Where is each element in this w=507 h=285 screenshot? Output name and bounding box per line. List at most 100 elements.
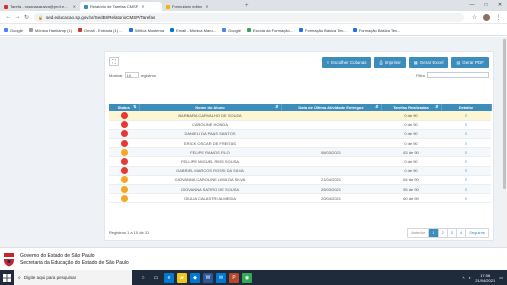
reload-icon[interactable]: ↻ bbox=[22, 14, 31, 21]
status-cell bbox=[109, 147, 139, 158]
excel-button[interactable]: ▦ Gerar Excel bbox=[408, 57, 449, 68]
table-row[interactable]: GIOVANNA SATIRO DE SOUSA 25/03/2021 55 de … bbox=[109, 184, 491, 195]
button-label: Gerar PDF bbox=[462, 60, 484, 65]
page-button[interactable]: 3 bbox=[447, 229, 457, 237]
page-button[interactable]: 1 bbox=[429, 229, 439, 237]
bookmark-item[interactable]: Google bbox=[222, 28, 241, 33]
bookmark-item[interactable]: Email - Mônica Maru... bbox=[170, 28, 216, 33]
previous-button[interactable]: Anterior bbox=[408, 229, 430, 237]
column-header[interactable]: Status ⇅ bbox=[109, 104, 140, 111]
sort-icon[interactable]: ⇵ bbox=[275, 104, 278, 109]
notification-icon[interactable]: ▭ bbox=[499, 275, 503, 280]
magnifier-icon[interactable]: ⌕ bbox=[465, 177, 468, 182]
bookmark-item[interactable]: Formação Básica Tec... bbox=[299, 28, 347, 33]
student-name: ERICK OSCAR DE FREITAS bbox=[139, 138, 281, 149]
magnifier-icon[interactable]: ⌕ bbox=[465, 159, 468, 164]
bookmark-favicon-icon bbox=[28, 28, 33, 32]
cortana-icon[interactable]: ○ bbox=[138, 273, 148, 283]
table-row[interactable]: GIULIA CALASTRI ALMEIDA 20/04/2021 60 de 9… bbox=[109, 193, 491, 204]
magnifier-icon[interactable]: ⌕ bbox=[465, 187, 468, 192]
forward-icon[interactable]: → bbox=[13, 14, 22, 20]
table-row[interactable]: FELIPE RAMOS FILO 08/03/2021 63 de 90 ⌕ bbox=[109, 147, 491, 158]
tab-favicon-icon bbox=[166, 4, 170, 9]
next-button[interactable]: Seguinte bbox=[466, 229, 488, 237]
close-icon[interactable]: ✕ bbox=[141, 4, 144, 9]
chevron-up-icon[interactable]: ˄ bbox=[462, 275, 464, 280]
table-row[interactable]: GABRIEL MARCOS ROSSI DA SILVA 0 de 90 ⌕ bbox=[109, 166, 491, 176]
sort-icon[interactable]: ⇵ bbox=[375, 104, 378, 109]
minimize-icon[interactable]: — bbox=[465, 0, 479, 11]
word-icon[interactable]: W bbox=[203, 272, 213, 283]
column-header[interactable]: Tarefas Realizadas ⇵ bbox=[381, 104, 442, 111]
magnifier-icon[interactable]: ⌕ bbox=[465, 131, 468, 136]
bookmark-item[interactable]: Gmail - Entrada (1) ... bbox=[78, 28, 123, 33]
browser-tab[interactable]: Formulário editor ✕ bbox=[162, 2, 242, 11]
column-header-label: Tarefas Realizadas bbox=[393, 105, 429, 110]
magnifier-icon[interactable]: ⌕ bbox=[465, 113, 468, 118]
bookmark-item[interactable]: Formação Básica Tec... bbox=[352, 28, 401, 33]
magnifier-icon[interactable]: ⌕ bbox=[465, 196, 468, 201]
new-tab-icon[interactable]: + bbox=[245, 2, 249, 11]
taskbar-search[interactable]: ⌕ Digite aqui para pesquisar bbox=[14, 270, 132, 285]
menu-icon[interactable]: ⋮ bbox=[494, 14, 503, 21]
bookmark-item[interactable]: Google bbox=[4, 28, 23, 33]
table-row[interactable]: DANIELI DA PAAS SANTOS 0 de 90 ⌕ bbox=[109, 129, 491, 140]
column-header[interactable]: Detalhe bbox=[441, 104, 492, 111]
detail-cell: ⌕ bbox=[441, 156, 491, 167]
file-explorer-icon[interactable]: ▰ bbox=[177, 272, 187, 283]
magnifier-icon[interactable]: ⌕ bbox=[465, 122, 468, 127]
close-icon[interactable]: ✕ bbox=[73, 4, 76, 9]
close-window-icon[interactable]: ✕ bbox=[493, 0, 507, 11]
filter-label: Filtro bbox=[416, 72, 425, 78]
table-row[interactable]: ERICK OSCAR DE FREITAS 0 de 90 ⌕ bbox=[109, 138, 491, 149]
clock[interactable]: 17:06 21/04/2021 bbox=[475, 273, 495, 283]
bookmark-item[interactable]: Sêltica Mostema bbox=[128, 28, 164, 33]
browser-tab[interactable]: Relatório de Tarefas CMSP ✕ bbox=[80, 2, 162, 11]
page-scrollbar[interactable] bbox=[502, 37, 507, 247]
maximize-icon[interactable]: □ bbox=[479, 0, 493, 11]
chrome-icon[interactable]: ◉ bbox=[242, 272, 252, 283]
expand-icon[interactable]: ⛶ bbox=[109, 57, 119, 66]
page-button[interactable]: 4 bbox=[456, 229, 467, 237]
pdf-button[interactable]: ▤ Gerar PDF bbox=[451, 57, 489, 68]
table-row[interactable]: FELLIPE MIGUEL REIS SOUSA 0 de 90 ⌕ bbox=[109, 156, 491, 167]
tasks-done: 64 de 90 bbox=[381, 175, 441, 186]
table-row[interactable]: GIOVANNA CAROLINE LIMA DA SILVA 21/04/202… bbox=[109, 175, 491, 186]
column-header[interactable]: Nome do Aluno ⇵ bbox=[139, 104, 282, 111]
table-row[interactable]: CAROLINE HONDA 0 de 90 ⌕ bbox=[109, 120, 491, 130]
volume-icon[interactable]: ◐ bbox=[469, 275, 471, 280]
edge-icon[interactable]: e bbox=[164, 272, 174, 283]
sort-icon[interactable]: ⇵ bbox=[435, 104, 438, 109]
address-bar[interactable]: 🔒 sed.educacao.sp.gov.br/SedBI/Relatorio… bbox=[34, 12, 464, 22]
back-icon[interactable]: ← bbox=[4, 14, 13, 20]
detail-cell: ⌕ bbox=[441, 193, 491, 204]
windows-start-icon[interactable] bbox=[0, 270, 14, 285]
choose-columns-button[interactable]: ≡ Escolher Colunas bbox=[321, 57, 372, 68]
length-select[interactable]: 10 bbox=[124, 72, 139, 78]
detail-cell: ⌕ bbox=[441, 184, 491, 195]
length-suffix: registros bbox=[140, 72, 156, 78]
column-header[interactable]: Data de Última Atividade Entregue ⇵ bbox=[281, 104, 382, 111]
bookmark-item[interactable]: Escola da Formação... bbox=[247, 28, 293, 33]
magnifier-icon[interactable]: ⌕ bbox=[465, 150, 468, 155]
print-button[interactable]: ⎙ Imprimir bbox=[374, 57, 406, 68]
page-button[interactable]: 2 bbox=[438, 229, 448, 237]
tasks-done: 0 de 90 bbox=[381, 120, 441, 130]
star-icon[interactable]: ☆ bbox=[470, 14, 479, 21]
magnifier-icon[interactable]: ⌕ bbox=[465, 168, 468, 173]
magnifier-icon[interactable]: ⌕ bbox=[465, 141, 468, 146]
mail-icon[interactable]: ✉ bbox=[216, 272, 226, 283]
close-icon[interactable]: ✕ bbox=[205, 4, 208, 9]
powerpoint-icon[interactable]: P bbox=[229, 272, 239, 283]
filter-input[interactable] bbox=[427, 72, 489, 78]
bookmark-item[interactable]: Mônica Harikamp (1) bbox=[28, 28, 72, 33]
status-cell bbox=[109, 129, 139, 140]
table-row[interactable]: BARBARA CARVALHO DE SOUZA 0 de 90 ⌕ bbox=[109, 111, 491, 121]
sort-icon[interactable]: ⇅ bbox=[133, 104, 136, 109]
bookmark-favicon-icon bbox=[170, 28, 175, 32]
task-view-icon[interactable]: ▭ bbox=[151, 273, 161, 283]
avatar[interactable] bbox=[483, 13, 490, 21]
browser-tab[interactable]: Tarefa - rosanasaraiva@prof.edu.com✕ bbox=[0, 2, 80, 11]
store-icon[interactable]: ◆ bbox=[190, 272, 200, 283]
bookmarks-bar: Google Mônica Harikamp (1) Gmail - Entrada… bbox=[0, 25, 507, 36]
